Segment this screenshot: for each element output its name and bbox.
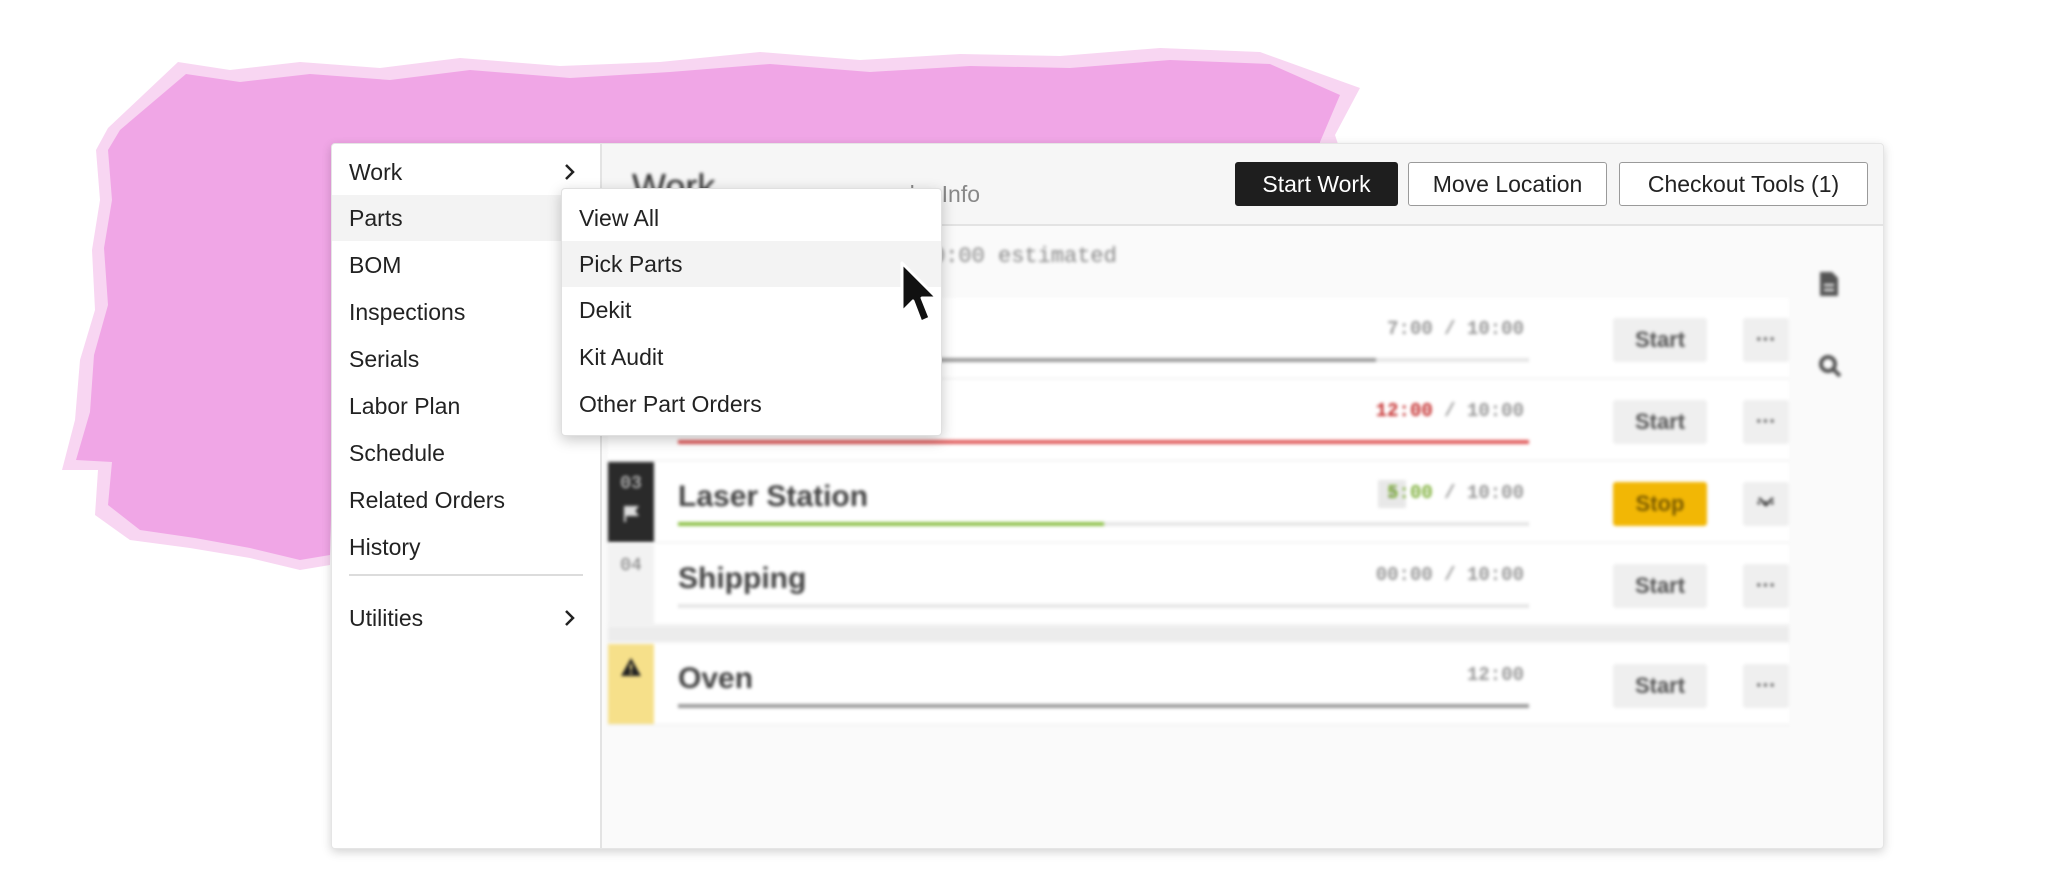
section-divider [608,626,1789,642]
menu-item-label: Parts [349,204,403,231]
chevron-right-icon [565,164,575,180]
time-elapsed: 12:00 [1466,664,1524,686]
operation-time: 7:00 / 10:00 [1387,318,1524,340]
operation-number: 03 [608,462,654,542]
progress-fill [678,704,1529,708]
more-button[interactable]: ··· [1743,664,1789,708]
menu-item-label: BOM [349,251,402,278]
menu-item-label: Related Orders [349,486,505,513]
submenu-item-other-part-orders[interactable]: Other Part Orders [562,381,941,427]
menu-item-label: Inspections [349,298,466,325]
operation-number [608,644,654,724]
time-elapsed: 12:00 [1375,400,1433,422]
menu-item-serials[interactable]: Serials [332,336,600,382]
time-elapsed: 7:00 [1387,318,1433,340]
menu-item-label: Labor Plan [349,392,461,419]
move-location-button[interactable]: Move Location [1408,162,1607,206]
time-estimate: 0:00 estimated [932,244,1117,269]
menu-item-utilities[interactable]: Utilities [332,595,600,641]
menu-item-label: Schedule [349,439,445,466]
time-total: / 10:00 [1444,564,1524,586]
menu-item-inspections[interactable]: Inspections [332,289,600,335]
progress-track [678,604,1529,608]
more-button[interactable]: ··· [1743,318,1789,362]
time-elapsed: 00:00 [1375,564,1433,586]
operation-name: Oven [678,662,754,695]
chevron-down-icon[interactable] [1757,496,1775,508]
operation-name: Shipping [678,562,807,595]
warning-icon [621,658,641,676]
menu-item-label: Work [349,158,403,185]
menu-item-label: History [349,533,421,560]
menu-divider [349,574,583,576]
time-elapsed: 5:00 [1387,482,1433,504]
checkout-tools-button[interactable]: Checkout Tools (1) [1619,162,1868,206]
menu-item-labor-plan[interactable]: Labor Plan [332,383,600,429]
start-button[interactable]: Start [1613,318,1707,362]
menu-item-work[interactable]: Work [332,149,600,195]
submenu-item-pick-parts[interactable]: Pick Parts [562,241,941,287]
submenu-item-view-all[interactable]: View All [562,195,941,241]
progress-fill [678,440,1529,444]
more-button[interactable]: ··· [1743,400,1789,444]
chevron-right-icon [565,610,575,626]
mouse-pointer-icon [900,261,939,324]
operation-number: 04 [608,544,654,624]
operation-row[interactable]: 03 Laser Station 2 5:00 / 10:00 Stop ··· [608,462,1789,543]
menu-item-history[interactable]: History [332,524,600,570]
submenu-item-dekit[interactable]: Dekit [562,287,941,333]
start-button[interactable]: Start [1613,664,1707,708]
time-total: / 10:00 [1444,400,1524,422]
menu-item-label: Utilities [349,604,424,631]
progress-track [678,522,1529,526]
time-total: / 10:00 [1444,482,1524,504]
menu-item-parts[interactable]: Parts [332,195,600,241]
flag-icon [624,506,639,522]
side-tools [1817,270,1847,384]
parts-submenu: View All Pick Parts Dekit Kit Audit Othe… [561,188,942,436]
progress-track [678,704,1529,708]
time-total: / 10:00 [1444,318,1524,340]
operation-row[interactable]: Oven 12:00 Start ··· [608,644,1789,725]
menu-item-bom[interactable]: BOM [332,242,600,288]
operation-name: Laser Station [678,480,869,513]
operation-time: 5:00 / 10:00 [1387,482,1524,504]
start-work-button[interactable]: Start Work [1235,162,1398,206]
operation-row[interactable]: 04 Shipping 00:00 / 10:00 Start ··· [608,544,1789,625]
operation-time: 12:00 [1467,664,1524,686]
menu-item-schedule[interactable]: Schedule [332,430,600,476]
operation-number-text: 03 [620,474,642,494]
menu-item-related-orders[interactable]: Related Orders [332,477,600,523]
start-button[interactable]: Start [1613,400,1707,444]
stop-button[interactable]: Stop [1613,482,1707,526]
progress-track [678,440,1529,444]
zoom-icon[interactable] [1817,353,1843,379]
start-button[interactable]: Start [1613,564,1707,608]
operation-time: 00:00 / 10:00 [1376,564,1524,586]
operation-time: 12:00 / 10:00 [1376,400,1524,422]
more-button[interactable]: ··· [1743,564,1789,608]
menu-item-label: Serials [349,345,420,372]
submenu-item-kit-audit[interactable]: Kit Audit [562,334,941,380]
progress-fill [678,522,1104,526]
document-icon[interactable] [1817,270,1841,298]
